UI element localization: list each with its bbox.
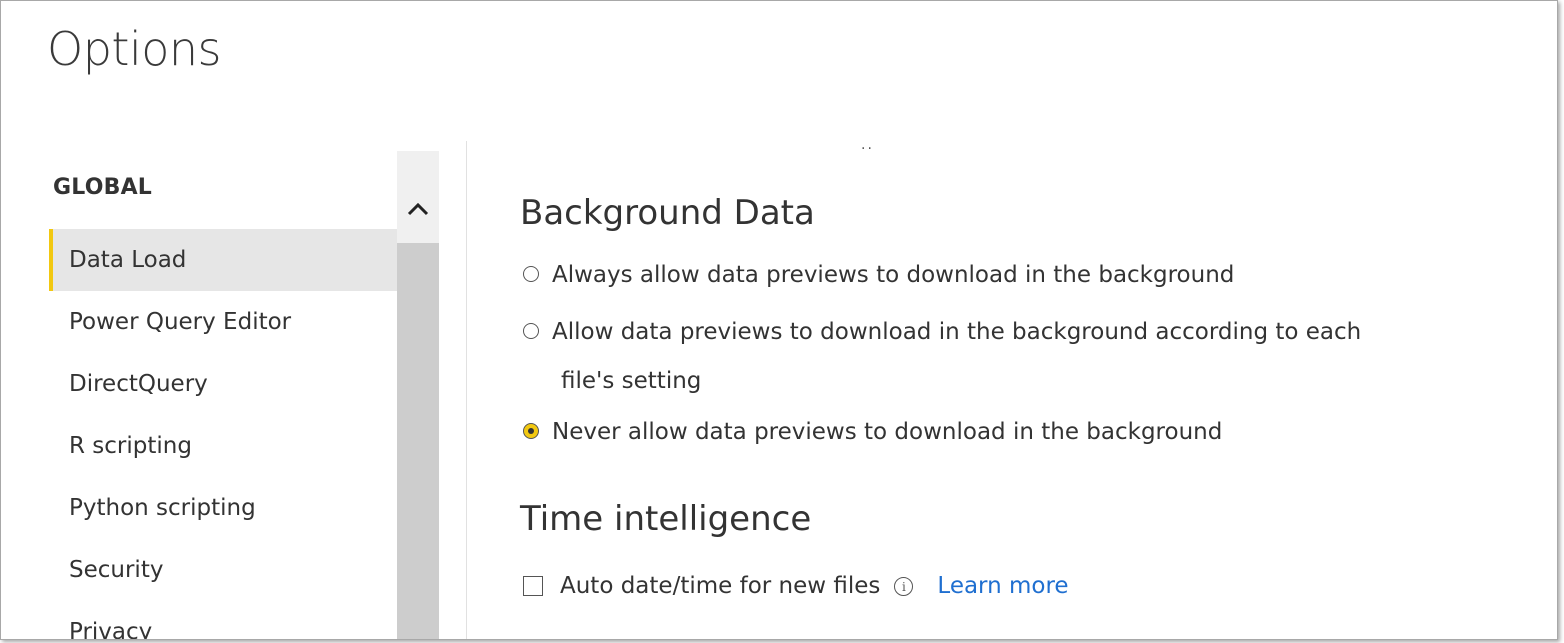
sidebar-item-directquery[interactable]: DirectQuery [49, 353, 399, 415]
scroll-thumb[interactable] [397, 243, 439, 639]
scroll-up-button[interactable] [397, 191, 439, 227]
radio-button[interactable] [523, 266, 539, 282]
sidebar: GLOBAL Data Load Power Query Editor Dire… [49, 151, 401, 639]
section-title-time-intelligence: Time intelligence [520, 499, 812, 539]
radio-option-always-allow[interactable]: Always allow data previews to download i… [523, 260, 1234, 290]
info-icon[interactable]: i [894, 577, 914, 596]
radio-option-per-file-setting[interactable]: Allow data previews to download in the b… [523, 317, 1361, 347]
sidebar-item-r-scripting[interactable]: R scripting [49, 415, 399, 477]
radio-label: Never allow data previews to download in… [552, 419, 1223, 445]
sidebar-heading-global: GLOBAL [53, 175, 153, 200]
radio-option-never-allow[interactable]: Never allow data previews to download in… [523, 417, 1222, 447]
learn-more-link[interactable]: Learn more [937, 571, 1068, 601]
auto-datetime-checkbox[interactable] [523, 576, 543, 596]
dialog-title: Options [47, 22, 222, 76]
sidebar-item-power-query-editor[interactable]: Power Query Editor [49, 291, 399, 353]
auto-datetime-option[interactable]: Auto date/time for new files i Learn mor… [523, 571, 1069, 601]
sidebar-item-python-scripting[interactable]: Python scripting [49, 477, 399, 539]
radio-button-selected[interactable] [523, 423, 539, 439]
auto-datetime-label: Auto date/time for new files [560, 573, 881, 599]
radio-label: Allow data previews to download in the b… [552, 319, 1362, 345]
radio-button[interactable] [523, 323, 539, 339]
chevron-up-icon [407, 202, 429, 216]
sidebar-item-privacy[interactable]: Privacy [49, 601, 399, 639]
sidebar-item-security[interactable]: Security [49, 539, 399, 601]
radio-label: Always allow data previews to download i… [552, 262, 1235, 288]
pane-divider [466, 141, 467, 639]
options-dialog: Options GLOBAL Data Load Power Query Edi… [0, 0, 1558, 640]
radio-label-continuation: file's setting [561, 368, 702, 394]
sidebar-scrollbar[interactable] [397, 151, 439, 639]
sidebar-item-data-load[interactable]: Data Load [49, 229, 399, 291]
truncated-content-marker: .. [861, 137, 874, 153]
section-title-background-data: Background Data [520, 193, 815, 233]
